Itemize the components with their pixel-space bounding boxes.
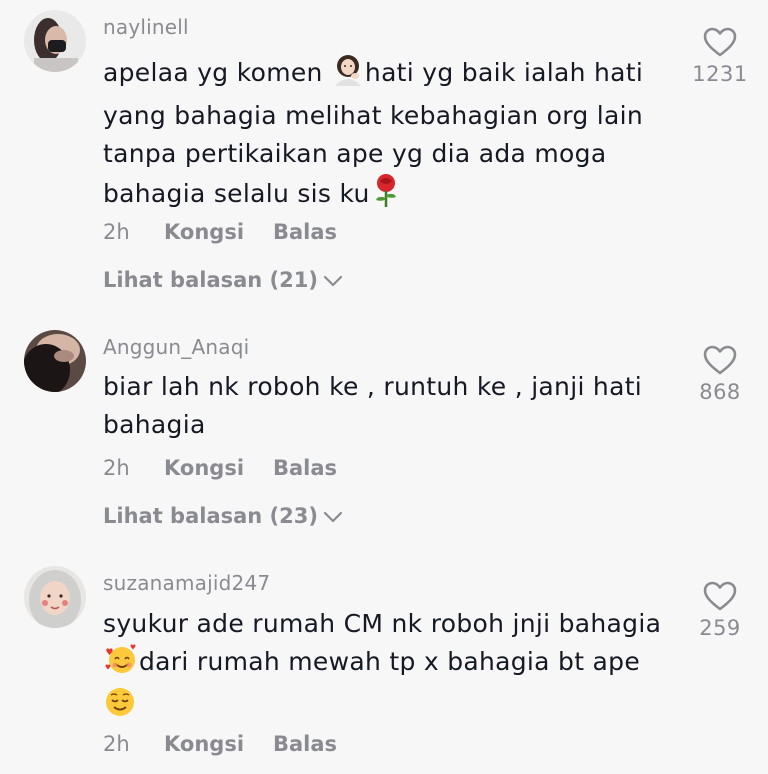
comment-time: 2h [103, 732, 130, 756]
comment-meta: 2h Kongsi Balas [103, 220, 337, 244]
smiling-face-with-hearts-emoji [103, 643, 139, 686]
like-button[interactable]: 868 [690, 344, 750, 404]
comment-username[interactable]: naylinell [103, 15, 189, 39]
view-replies-button[interactable]: Lihat balasan (23) [103, 504, 344, 529]
comment-text-part: apelaa yg komen [103, 58, 331, 87]
share-button[interactable]: Kongsi [164, 732, 273, 756]
comment-time: 2h [103, 456, 130, 480]
woman-tipping-hand-emoji [331, 54, 365, 97]
reply-button[interactable]: Balas [273, 220, 337, 244]
comment-text: apelaa yg komen hati yg baik ialah hati … [103, 54, 663, 218]
avatar[interactable] [24, 566, 86, 628]
comment-text-part: biar lah nk roboh ke , runtuh ke , janji… [103, 372, 643, 439]
view-replies-label: Lihat balasan (23) [103, 504, 318, 528]
comment-time: 2h [103, 220, 130, 244]
avatar[interactable] [24, 10, 86, 72]
comment-text-part: syukur ade rumah CM nk roboh jnji bahagi… [103, 609, 662, 638]
chevron-down-icon [322, 269, 344, 293]
like-count: 1231 [692, 62, 748, 86]
comment-text-part: dari rumah mewah tp x bahagia bt ape [139, 647, 641, 676]
heart-outline-icon [703, 27, 737, 57]
share-button[interactable]: Kongsi [164, 220, 273, 244]
heart-outline-icon [703, 581, 737, 611]
like-button[interactable]: 259 [690, 580, 750, 640]
comment-text: biar lah nk roboh ke , runtuh ke , janji… [103, 368, 663, 444]
comments-panel: naylinell apelaa yg komen hati yg baik i… [0, 0, 768, 774]
comment-username[interactable]: Anggun_Anaqi [103, 335, 249, 359]
comment-meta: 2h Kongsi Balas [103, 732, 337, 756]
view-replies-button[interactable]: Lihat balasan (21) [103, 268, 344, 293]
comment-username[interactable]: suzanamajid247 [103, 571, 270, 595]
like-button[interactable]: 1231 [690, 26, 750, 86]
rose-emoji [370, 173, 402, 218]
comment-meta: 2h Kongsi Balas [103, 456, 337, 480]
reply-button[interactable]: Balas [273, 456, 337, 480]
like-count: 868 [699, 380, 741, 404]
like-count: 259 [699, 616, 741, 640]
share-button[interactable]: Kongsi [164, 456, 273, 480]
relieved-face-emoji [103, 686, 137, 729]
view-replies-label: Lihat balasan (21) [103, 268, 318, 292]
avatar[interactable] [24, 330, 86, 392]
heart-outline-icon [703, 345, 737, 375]
chevron-down-icon [322, 505, 344, 529]
reply-button[interactable]: Balas [273, 732, 337, 756]
comment-text: syukur ade rumah CM nk roboh jnji bahagi… [103, 605, 663, 729]
